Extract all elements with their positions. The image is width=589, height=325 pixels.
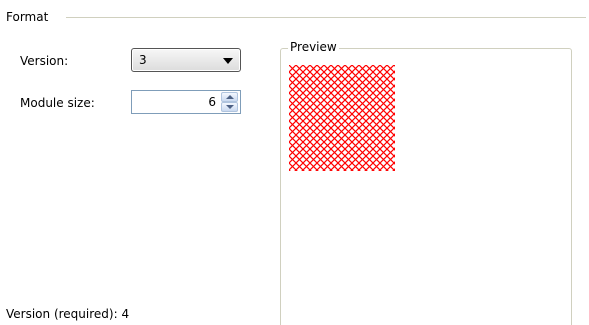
preview-title: Preview bbox=[288, 40, 339, 54]
module-size-spin-buttons bbox=[221, 92, 238, 112]
module-size-label: Module size: bbox=[20, 96, 95, 110]
spin-up-button[interactable] bbox=[221, 92, 238, 102]
spin-up-icon bbox=[226, 95, 234, 99]
version-dropdown[interactable]: 3 bbox=[131, 48, 241, 72]
module-size-spinner[interactable]: 6 bbox=[131, 90, 241, 114]
preview-barcode-image bbox=[289, 65, 395, 171]
version-label: Version: bbox=[20, 54, 69, 68]
spin-down-icon bbox=[226, 105, 234, 109]
format-group-divider bbox=[66, 17, 586, 18]
chevron-down-icon bbox=[223, 58, 233, 64]
version-selected-value: 3 bbox=[139, 53, 147, 67]
module-size-value: 6 bbox=[208, 95, 216, 109]
format-group-title: Format bbox=[6, 10, 53, 24]
version-required-status: Version (required): 4 bbox=[6, 307, 130, 321]
spin-down-button[interactable] bbox=[221, 102, 238, 112]
format-panel: Format Version: 3 Module size: 6 Preview… bbox=[0, 0, 589, 325]
